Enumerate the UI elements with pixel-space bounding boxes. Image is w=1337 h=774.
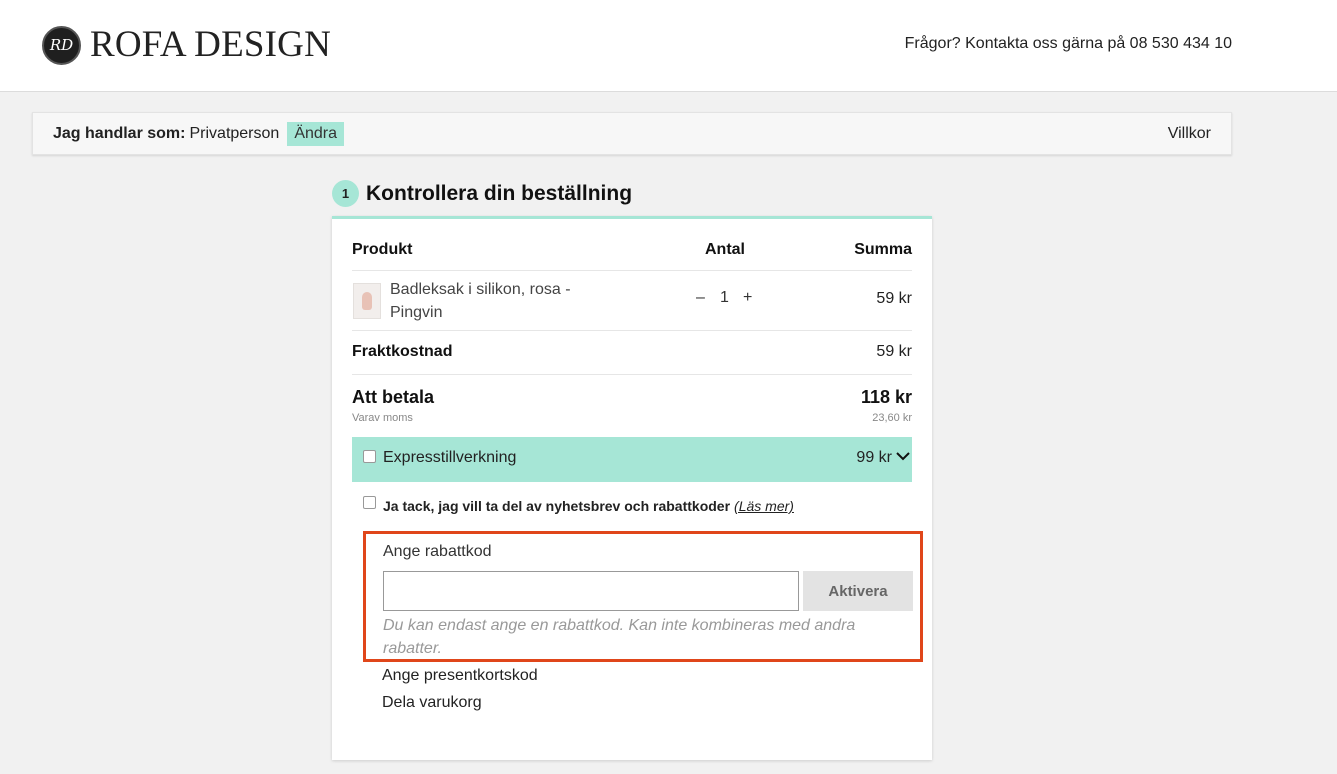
express-production-checkbox[interactable] <box>363 450 376 463</box>
express-production-label: Expresstillverkning <box>383 449 517 466</box>
step-title: Kontrollera din beställning <box>366 181 633 205</box>
logo[interactable]: RD ROFA DESIGN <box>42 24 331 66</box>
site-header: RD ROFA DESIGN Frågor? Kontakta oss gärn… <box>0 0 1337 92</box>
order-summary-card: Produkt Antal Summa Badleksak i silikon,… <box>332 216 932 760</box>
product-price: 59 kr <box>876 290 912 307</box>
total-value: 118 kr <box>860 387 912 407</box>
activate-discount-button[interactable]: Aktivera <box>803 571 913 611</box>
newsletter-label: Ja tack, jag vill ta del av nyhetsbrev o… <box>383 498 794 514</box>
buyer-type-label: Jag handlar som: <box>53 125 186 142</box>
column-header-sum: Summa <box>854 241 912 258</box>
product-name[interactable]: Badleksak i silikon, rosa - Pingvin <box>390 278 605 324</box>
shipping-label: Fraktkostnad <box>352 343 453 360</box>
change-buyer-type-button[interactable]: Ändra <box>287 122 345 146</box>
total-label: Att betala <box>352 387 435 407</box>
vat-label: Varav moms <box>352 412 413 424</box>
quantity-decrease-button[interactable]: – <box>696 289 705 307</box>
product-image <box>362 292 372 310</box>
divider <box>352 330 912 331</box>
express-production-price: 99 kr <box>856 449 892 466</box>
discount-code-label: Ange rabattkod <box>383 543 492 560</box>
newsletter-checkbox[interactable] <box>363 496 376 509</box>
shipping-value: 59 kr <box>876 343 912 360</box>
newsletter-text: Ja tack, jag vill ta del av nyhetsbrev o… <box>383 498 731 514</box>
terms-link[interactable]: Villkor <box>1168 125 1211 143</box>
buyer-type-value: Privatperson <box>189 125 280 142</box>
step-heading: 1 Kontrollera din beställning <box>332 180 632 207</box>
logo-text: ROFA DESIGN <box>90 24 332 65</box>
step-number-badge: 1 <box>332 180 359 207</box>
gift-card-link[interactable]: Ange presentkortskod <box>382 667 538 685</box>
quantity-value: 1 <box>720 289 729 306</box>
chevron-down-icon[interactable] <box>896 449 910 463</box>
logo-mark-icon: RD <box>42 25 81 65</box>
column-header-product: Produkt <box>352 241 413 258</box>
divider <box>352 270 912 271</box>
discount-code-section: Ange rabattkod Aktivera Du kan endast an… <box>363 531 923 662</box>
divider <box>352 374 912 375</box>
read-more-link[interactable]: (Läs mer) <box>734 498 794 514</box>
vat-value: 23,60 kr <box>872 412 912 424</box>
column-header-quantity: Antal <box>705 241 745 258</box>
express-production-option[interactable]: Expresstillverkning 99 kr <box>352 437 912 482</box>
product-thumbnail[interactable] <box>353 283 381 319</box>
discount-code-note: Du kan endast ange en rabattkod. Kan int… <box>383 617 856 657</box>
buyer-type-bar: Jag handlar som: Privatperson Ändra Vill… <box>32 112 1232 155</box>
quantity-increase-button[interactable]: + <box>743 289 752 307</box>
share-cart-link[interactable]: Dela varukorg <box>382 694 482 712</box>
contact-info: Frågor? Kontakta oss gärna på 08 530 434… <box>904 35 1232 52</box>
discount-code-input[interactable] <box>383 571 799 611</box>
